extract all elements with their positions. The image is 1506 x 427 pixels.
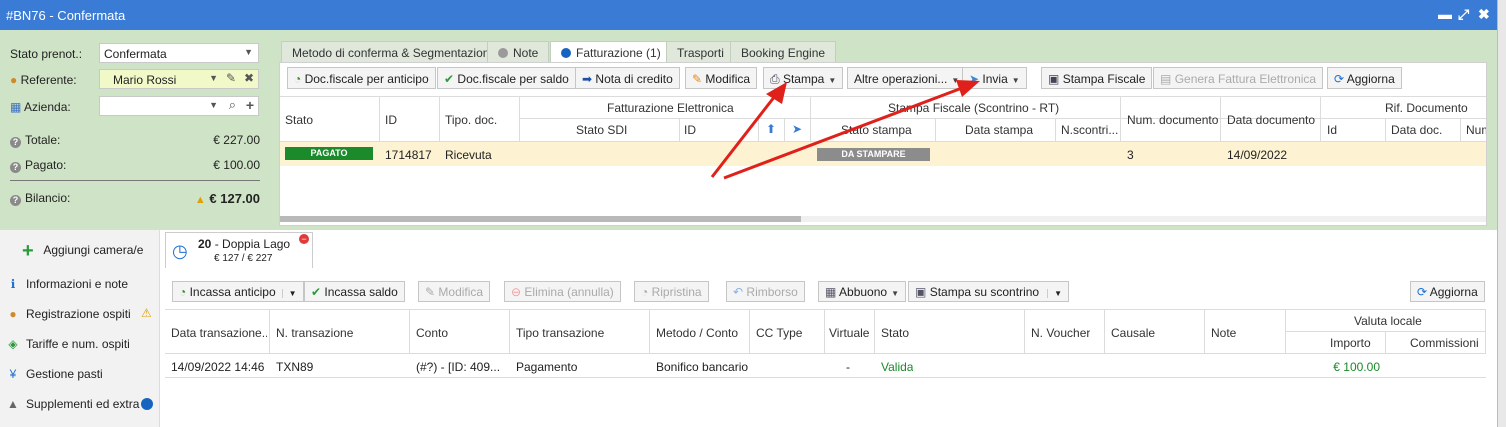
col-metodo-conto[interactable]: Metodo / Conto [656,326,738,340]
pencil-icon: ✎ [425,285,436,299]
col-virtuale[interactable]: Virtuale [829,326,869,340]
incassa-saldo-button[interactable]: ✔ Incassa saldo [304,281,405,302]
cell-tipo: Pagamento [516,360,578,374]
col-causale[interactable]: Causale [1111,326,1155,340]
nav-gestione-pasti[interactable]: ¥ Gestione pasti [6,367,103,381]
incassa-anticipo-button[interactable]: ◔ Incassa anticipo ▼ [172,281,304,302]
stampa-scontrino-button[interactable]: ▣ Stampa su scontrino ▼ [908,281,1069,302]
chevron-down-icon: ▼ [891,289,899,298]
nav-supplementi[interactable]: ▲ Supplementi ed extra [6,397,153,411]
cell-virtuale: - [846,360,850,374]
check-icon: ✔ [311,285,322,299]
ripristina-button[interactable]: ◔ Ripristina [634,281,709,302]
warning-icon: ⚠ [141,306,152,320]
cell-data: 14/09/2022 14:46 [171,360,265,374]
chevron-down-icon: ▼ [1047,289,1062,298]
bell-icon: ▲ [7,397,19,411]
person-icon: ● [9,307,17,321]
cell-conto: (#?) - [ID: 409... [416,360,501,374]
cell-metodo: Bonifico bancario [656,360,749,374]
col-importo[interactable]: Importo [1330,336,1371,350]
nav-informazioni[interactable]: ℹ Informazioni e note [6,277,128,291]
chevron-down-icon: ▼ [281,289,297,298]
arrow-to-invia [723,86,963,180]
nav-tariffe[interactable]: ◈ Tariffe e num. ospiti [6,337,129,351]
status-dot-icon [141,398,153,410]
info-icon: ℹ [10,277,16,291]
elimina-button[interactable]: ⊖ Elimina (annulla) [504,281,621,302]
col-cc-type[interactable]: CC Type [756,326,802,340]
add-room-button[interactable]: + Aggiungi camera/e [22,240,143,263]
cell-stato: Valida [881,360,914,374]
group-valuta-locale: Valuta locale [1354,314,1422,328]
cell-n-transazione: TXN89 [276,360,314,374]
col-commissioni[interactable]: Commissioni [1410,336,1479,350]
cell-importo: € 100.00 [1333,360,1380,374]
abbuono-button[interactable]: ▦ Abbuono ▼ [818,281,906,302]
cutlery-icon: ¥ [9,367,17,381]
col-conto[interactable]: Conto [416,326,448,340]
rimborso-button[interactable]: ↶ Rimborso [726,281,805,302]
col-stato[interactable]: Stato [881,326,909,340]
col-tipo-transazione[interactable]: Tipo transazione [516,326,604,340]
undo-icon: ↶ [733,285,744,299]
plus-icon: + [22,240,34,262]
calculator-icon: ▦ [825,285,837,299]
clock-icon: ◷ [172,241,188,261]
clock-icon: ◔ [641,285,649,299]
tag-icon: ◈ [8,337,18,351]
remove-room-icon[interactable]: − [299,234,309,244]
room-tab[interactable]: ◷ 20 - Doppia Lago € 127 / € 227 − [165,232,313,268]
col-data-transazione[interactable]: Data transazione... [171,326,267,340]
col-note[interactable]: Note [1211,326,1236,340]
minus-icon: ⊖ [511,285,522,299]
table-row[interactable] [165,354,1486,377]
arrow-to-stampa [710,95,777,178]
register-icon: ▣ [915,285,927,299]
col-n-voucher[interactable]: N. Voucher [1031,326,1090,340]
room-amount: € 127 / € 227 [214,253,273,264]
nav-registrazione-ospiti[interactable]: ● Registrazione ospiti ⚠ [6,306,151,321]
clock-icon: ◔ [179,285,187,299]
modifica-pay-button[interactable]: ✎ Modifica [418,281,491,302]
aggiorna-pay-button[interactable]: ⟳ Aggiorna [1410,281,1485,302]
col-n-transazione[interactable]: N. transazione [276,326,353,340]
refresh-icon: ⟳ [1417,285,1428,299]
